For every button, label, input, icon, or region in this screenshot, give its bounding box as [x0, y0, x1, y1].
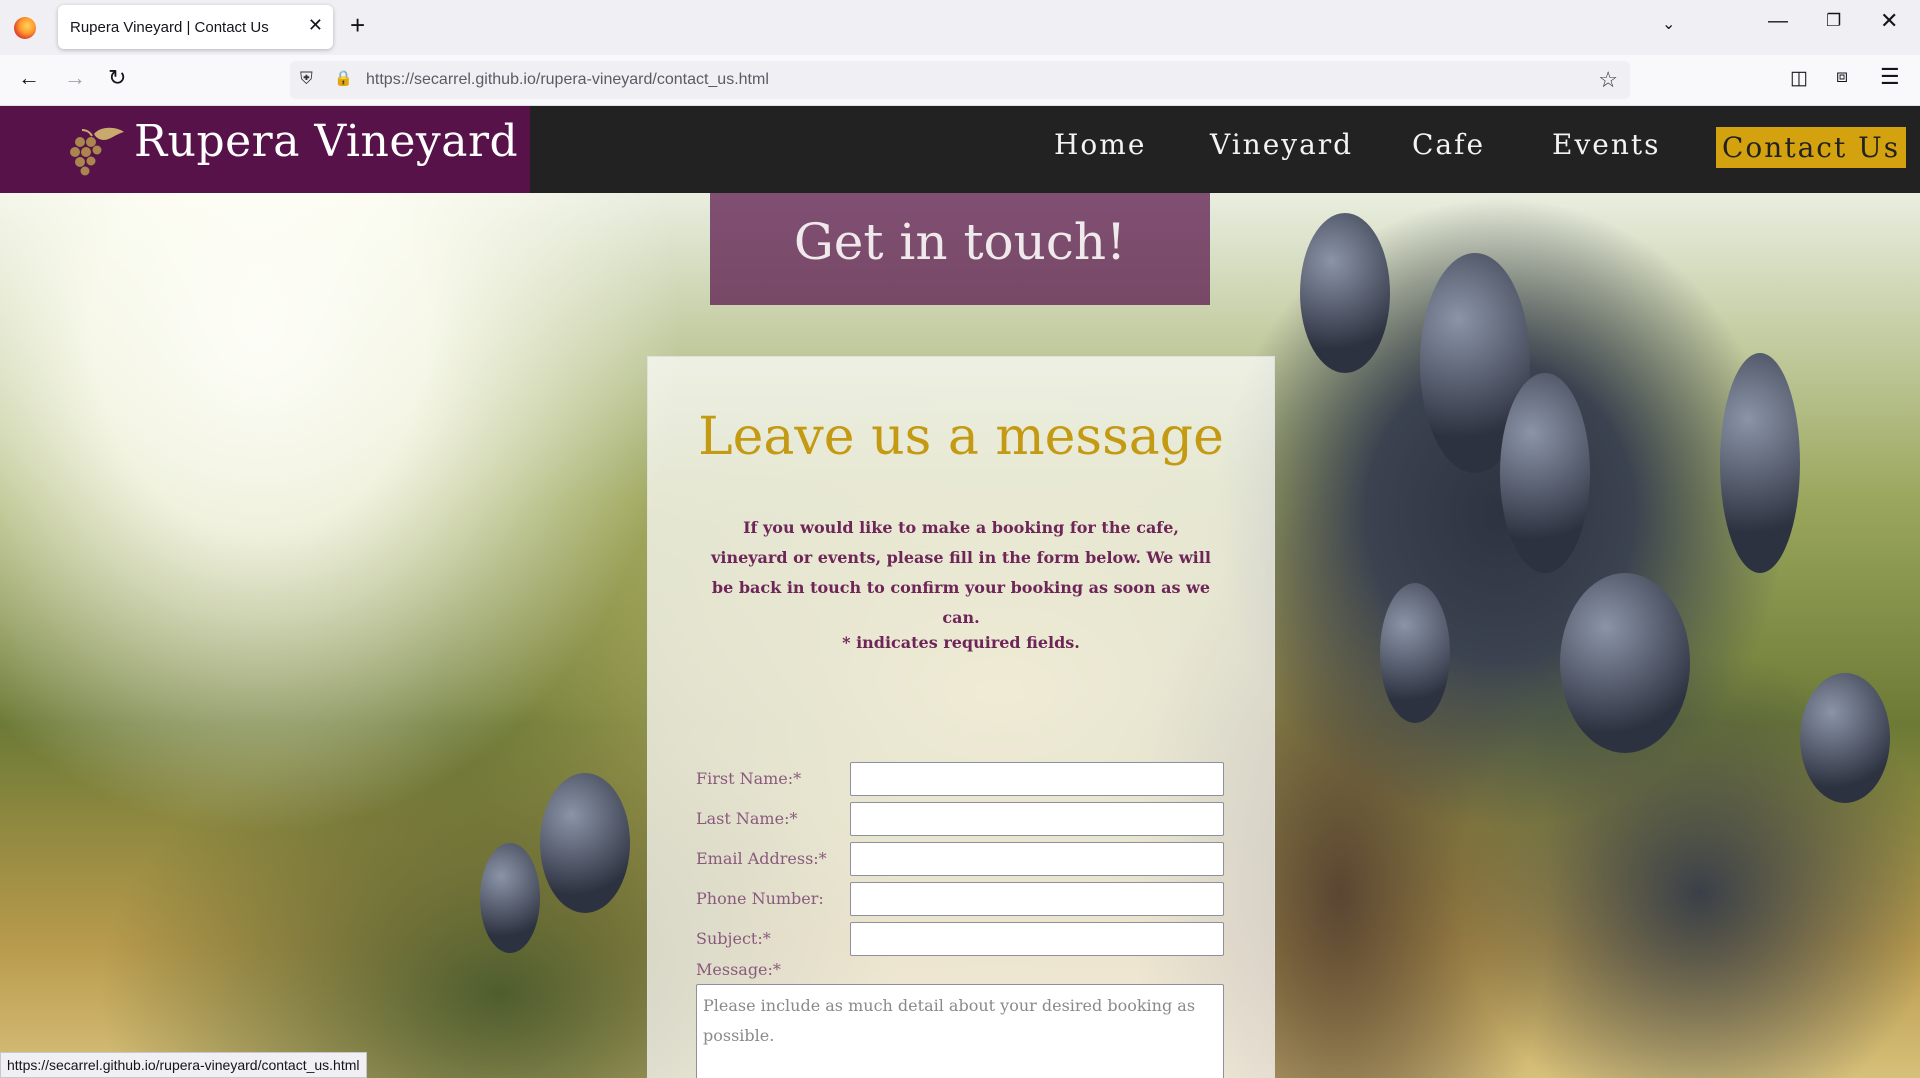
brand-block[interactable]: Rupera Vineyard	[0, 106, 530, 193]
last-name-label: Last Name:*	[696, 809, 798, 828]
message-label: Message:*	[696, 960, 781, 979]
window-close-icon[interactable]: ✕	[1880, 8, 1898, 34]
subject-label: Subject:*	[696, 929, 771, 948]
grape-cluster-image	[480, 843, 540, 953]
back-arrow-icon[interactable]: ←	[18, 65, 40, 91]
firefox-logo-icon	[14, 17, 36, 39]
tab-close-icon[interactable]: ✕	[308, 15, 323, 36]
window-restore-icon[interactable]: ❐	[1826, 11, 1841, 31]
forward-arrow-icon[interactable]: →	[64, 65, 86, 91]
form-intro-text: If you would like to make a booking for …	[711, 518, 1211, 627]
grape-cluster-image	[1560, 573, 1690, 753]
reload-icon[interactable]: ↻	[108, 65, 126, 91]
email-label: Email Address:*	[696, 849, 827, 868]
last-name-input[interactable]	[850, 802, 1224, 836]
page-viewport: Rupera Vineyard Home Vineyard Cafe Event…	[0, 106, 1920, 1078]
grape-cluster-image	[1500, 373, 1590, 573]
tab-title: Rupera Vineyard | Contact Us	[70, 19, 269, 36]
shield-icon[interactable]: ⛨	[300, 69, 313, 89]
url-host: https://secarrel.github.io	[366, 71, 536, 88]
phone-input[interactable]	[850, 882, 1224, 916]
url-bar[interactable]: ⛨ 🔒 https://secarrel.github.io/rupera-vi…	[290, 61, 1630, 99]
subject-input[interactable]	[850, 922, 1224, 956]
browser-tab-active[interactable]: Rupera Vineyard | Contact Us ✕	[58, 5, 333, 49]
new-tab-button[interactable]: +	[350, 10, 365, 41]
page-title: Get in touch!	[793, 213, 1127, 271]
lock-icon[interactable]: 🔒	[334, 69, 353, 87]
grape-cluster-image	[1300, 213, 1390, 373]
grape-leaf-logo-icon	[70, 127, 124, 176]
nav-contact-us[interactable]: Contact Us	[1716, 127, 1907, 168]
browser-toolbar: ← → ↻ ⛨ 🔒 https://secarrel.github.io/rup…	[0, 55, 1920, 106]
brand-name[interactable]: Rupera Vineyard	[134, 116, 518, 167]
tab-list-chevron-down-icon[interactable]: ⌄	[1662, 14, 1675, 34]
grape-cluster-image	[1380, 583, 1450, 723]
url-text[interactable]: https://secarrel.github.io/rupera-vineya…	[366, 71, 769, 89]
grape-cluster-image	[1800, 673, 1890, 803]
grape-cluster-image	[540, 773, 630, 913]
page-title-banner: Get in touch!	[710, 193, 1210, 305]
extensions-puzzle-icon[interactable]: ⧈	[1836, 66, 1848, 88]
first-name-input[interactable]	[850, 762, 1224, 796]
nav-events[interactable]: Events	[1552, 128, 1660, 161]
pocket-icon[interactable]: ◫	[1790, 67, 1808, 90]
contact-form-card: Leave us a message If you would like to …	[647, 356, 1275, 1078]
hamburger-menu-icon[interactable]: ☰	[1880, 64, 1900, 90]
phone-label: Phone Number:	[696, 889, 824, 908]
browser-tab-bar: Rupera Vineyard | Contact Us ✕ + ⌄ — ❐ ✕	[0, 0, 1920, 55]
url-path: /rupera-vineyard/contact_us.html	[535, 71, 769, 88]
email-input[interactable]	[850, 842, 1224, 876]
status-bar-url: https://secarrel.github.io/rupera-vineya…	[0, 1052, 367, 1078]
form-heading: Leave us a message	[698, 407, 1224, 467]
nav-cafe[interactable]: Cafe	[1412, 128, 1485, 161]
required-fields-note: * indicates required fields.	[842, 633, 1080, 652]
bookmark-star-icon[interactable]: ☆	[1598, 67, 1618, 93]
first-name-label: First Name:*	[696, 769, 802, 788]
nav-vineyard[interactable]: Vineyard	[1210, 128, 1353, 161]
site-header: Rupera Vineyard Home Vineyard Cafe Event…	[0, 106, 1920, 193]
grape-cluster-image	[1720, 353, 1800, 573]
message-textarea[interactable]: Please include as much detail about your…	[696, 984, 1224, 1078]
window-minimize-icon[interactable]: —	[1768, 10, 1788, 33]
nav-home[interactable]: Home	[1054, 128, 1146, 161]
